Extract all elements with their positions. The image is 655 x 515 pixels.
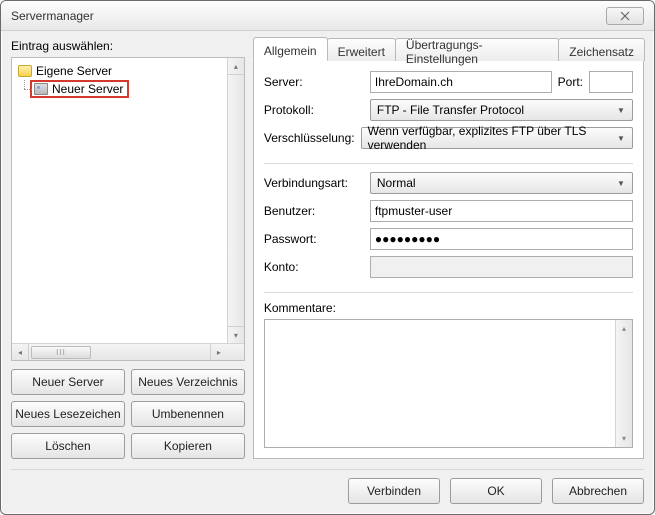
encryption-select[interactable]: Wenn verfügbar, explizites FTP über TLS … <box>361 127 633 149</box>
tab-page-general: Server: Port: Protokoll: FTP - File Tran… <box>253 61 644 459</box>
close-icon <box>619 11 631 21</box>
separator <box>264 292 633 293</box>
right-panel: Allgemein Erweitert Übertragungs-Einstel… <box>253 37 644 459</box>
scroll-down-icon[interactable]: ▾ <box>616 430 632 447</box>
select-entry-label: Eintrag auswählen: <box>11 39 245 53</box>
copy-button[interactable]: Kopieren <box>131 433 245 459</box>
port-label: Port: <box>558 75 583 89</box>
server-tree-container: Eigene Server Neuer Server ▴ ▾ <box>11 57 245 361</box>
dialog-footer: Verbinden OK Abbrechen <box>11 478 644 504</box>
tab-bar: Allgemein Erweitert Übertragungs-Einstel… <box>253 37 644 61</box>
scroll-right-icon[interactable]: ▸ <box>210 344 227 360</box>
chevron-down-icon: ▼ <box>614 173 628 193</box>
port-input[interactable] <box>589 71 633 93</box>
scroll-down-icon[interactable]: ▾ <box>228 326 244 343</box>
comments-label: Kommentare: <box>264 301 633 315</box>
account-input[interactable] <box>370 256 633 278</box>
server-tree[interactable]: Eigene Server Neuer Server <box>12 58 244 360</box>
footer-separator <box>11 469 644 470</box>
protocol-select[interactable]: FTP - File Transfer Protocol ▼ <box>370 99 633 121</box>
connection-type-value: Normal <box>377 176 416 190</box>
tree-item-new-server[interactable]: Neuer Server <box>14 80 242 98</box>
servermanager-window: Servermanager Eintrag auswählen: Eigene … <box>0 0 655 515</box>
password-label: Passwort: <box>264 232 364 246</box>
close-button[interactable] <box>606 7 644 25</box>
server-icon <box>34 83 48 95</box>
new-bookmark-button[interactable]: Neues Lesezeichen <box>11 401 125 427</box>
hscroll-thumb[interactable]: III <box>31 346 91 359</box>
delete-button[interactable]: Löschen <box>11 433 125 459</box>
connect-button[interactable]: Verbinden <box>348 478 440 504</box>
new-server-button[interactable]: Neuer Server <box>11 369 125 395</box>
chevron-down-icon: ▼ <box>614 128 628 148</box>
password-input[interactable] <box>370 228 633 250</box>
tree-item-label: Neuer Server <box>52 82 123 96</box>
scroll-up-icon[interactable]: ▴ <box>228 58 244 75</box>
rename-button[interactable]: Umbenennen <box>131 401 245 427</box>
scroll-up-icon[interactable]: ▴ <box>616 320 632 337</box>
left-panel: Eintrag auswählen: Eigene Server Neuer S… <box>11 37 245 459</box>
tree-root-own-servers[interactable]: Eigene Server <box>14 62 242 80</box>
cancel-button[interactable]: Abbrechen <box>552 478 644 504</box>
tree-horizontal-scrollbar[interactable]: ◂ III ▸ <box>12 343 244 360</box>
titlebar: Servermanager <box>1 1 654 31</box>
connection-type-label: Verbindungsart: <box>264 176 364 190</box>
separator <box>264 163 633 164</box>
ok-button[interactable]: OK <box>450 478 542 504</box>
selected-highlight: Neuer Server <box>30 80 129 98</box>
account-label: Konto: <box>264 260 364 274</box>
chevron-down-icon: ▼ <box>614 100 628 120</box>
encryption-label: Verschlüsselung: <box>264 131 355 145</box>
connection-type-select[interactable]: Normal ▼ <box>370 172 633 194</box>
tab-transfer-settings[interactable]: Übertragungs-Einstellungen <box>395 38 559 61</box>
new-folder-button[interactable]: Neues Verzeichnis <box>131 369 245 395</box>
comments-scrollbar[interactable]: ▴ ▾ <box>615 320 632 447</box>
tab-charset[interactable]: Zeichensatz <box>558 38 645 61</box>
scroll-left-icon[interactable]: ◂ <box>12 344 29 360</box>
server-label: Server: <box>264 75 364 89</box>
tree-vertical-scrollbar[interactable]: ▴ ▾ <box>227 58 244 343</box>
tab-general[interactable]: Allgemein <box>253 37 328 61</box>
window-title: Servermanager <box>11 1 94 31</box>
tree-root-label: Eigene Server <box>36 64 112 78</box>
tree-buttons: Neuer Server Neues Verzeichnis Neues Les… <box>11 369 245 459</box>
encryption-value: Wenn verfügbar, explizites FTP über TLS … <box>368 124 614 152</box>
protocol-value: FTP - File Transfer Protocol <box>377 103 524 117</box>
user-label: Benutzer: <box>264 204 364 218</box>
protocol-label: Protokoll: <box>264 103 364 117</box>
user-input[interactable] <box>370 200 633 222</box>
folder-icon <box>18 65 32 77</box>
server-input[interactable] <box>370 71 552 93</box>
tab-advanced[interactable]: Erweitert <box>327 38 396 61</box>
comments-textarea[interactable]: ▴ ▾ <box>264 319 633 448</box>
